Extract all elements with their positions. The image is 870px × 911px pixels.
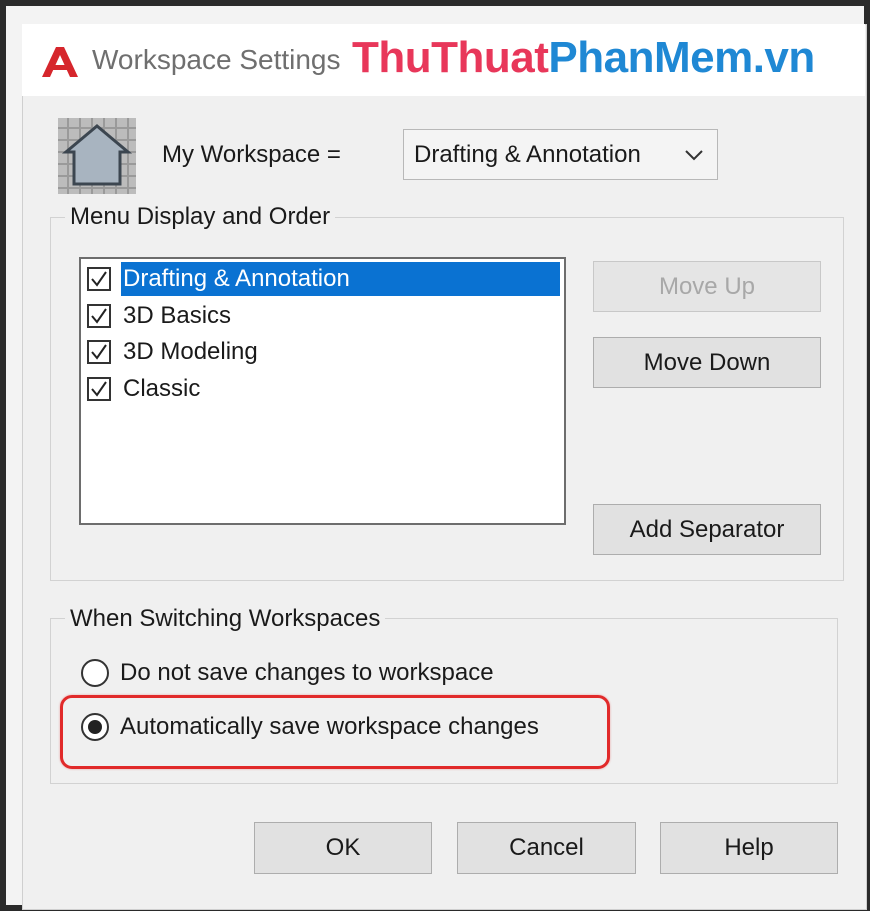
cancel-button[interactable]: Cancel	[457, 822, 636, 874]
list-item[interactable]: Drafting & Annotation	[85, 262, 560, 296]
workspace-dropdown[interactable]: Drafting & Annotation	[403, 129, 718, 180]
add-separator-button[interactable]: Add Separator	[593, 504, 821, 555]
checkmark-icon	[91, 271, 107, 287]
menu-display-group-title: Menu Display and Order	[65, 202, 336, 232]
list-item[interactable]: 3D Basics	[85, 299, 560, 333]
my-workspace-label: My Workspace =	[162, 141, 341, 168]
watermark-part1: ThuThuat	[352, 33, 549, 82]
checkbox-classic[interactable]	[87, 377, 111, 401]
list-item-label: Drafting & Annotation	[121, 262, 560, 296]
checkbox-drafting[interactable]	[87, 267, 111, 291]
radio-do-not-save[interactable]	[81, 659, 109, 687]
radio-do-not-save-label[interactable]: Do not save changes to workspace	[120, 658, 494, 688]
workspace-list[interactable]: Drafting & Annotation 3D Basics 3D Model…	[79, 257, 566, 525]
list-item[interactable]: 3D Modeling	[85, 335, 560, 369]
checkmark-icon	[91, 308, 107, 324]
highlight-annotation-box	[60, 695, 610, 769]
watermark-part2: PhanMem.vn	[548, 33, 815, 82]
outer-border-left	[0, 0, 6, 911]
checkmark-icon	[91, 344, 107, 360]
window-title: Workspace Settings	[92, 44, 341, 75]
list-item-label: Classic	[123, 375, 201, 402]
checkmark-icon	[91, 381, 107, 397]
list-item-label: 3D Basics	[123, 302, 232, 329]
chevron-down-icon	[685, 150, 703, 161]
move-down-button[interactable]: Move Down	[593, 337, 821, 388]
outer-border-top	[0, 0, 870, 6]
watermark-text: ThuThuatPhanMem.vn	[352, 26, 815, 90]
switching-workspaces-group-title: When Switching Workspaces	[65, 604, 386, 634]
move-up-button[interactable]: Move Up	[593, 261, 821, 312]
workspace-dropdown-value: Drafting & Annotation	[414, 141, 641, 168]
checkbox-3d-modeling[interactable]	[87, 340, 111, 364]
checkbox-3d-basics[interactable]	[87, 304, 111, 328]
list-item[interactable]: Classic	[85, 372, 560, 406]
help-button[interactable]: Help	[660, 822, 838, 874]
workspace-house-icon	[58, 118, 136, 194]
list-item-label: 3D Modeling	[123, 338, 258, 365]
ok-button[interactable]: OK	[254, 822, 432, 874]
autocad-logo-icon	[42, 47, 78, 77]
